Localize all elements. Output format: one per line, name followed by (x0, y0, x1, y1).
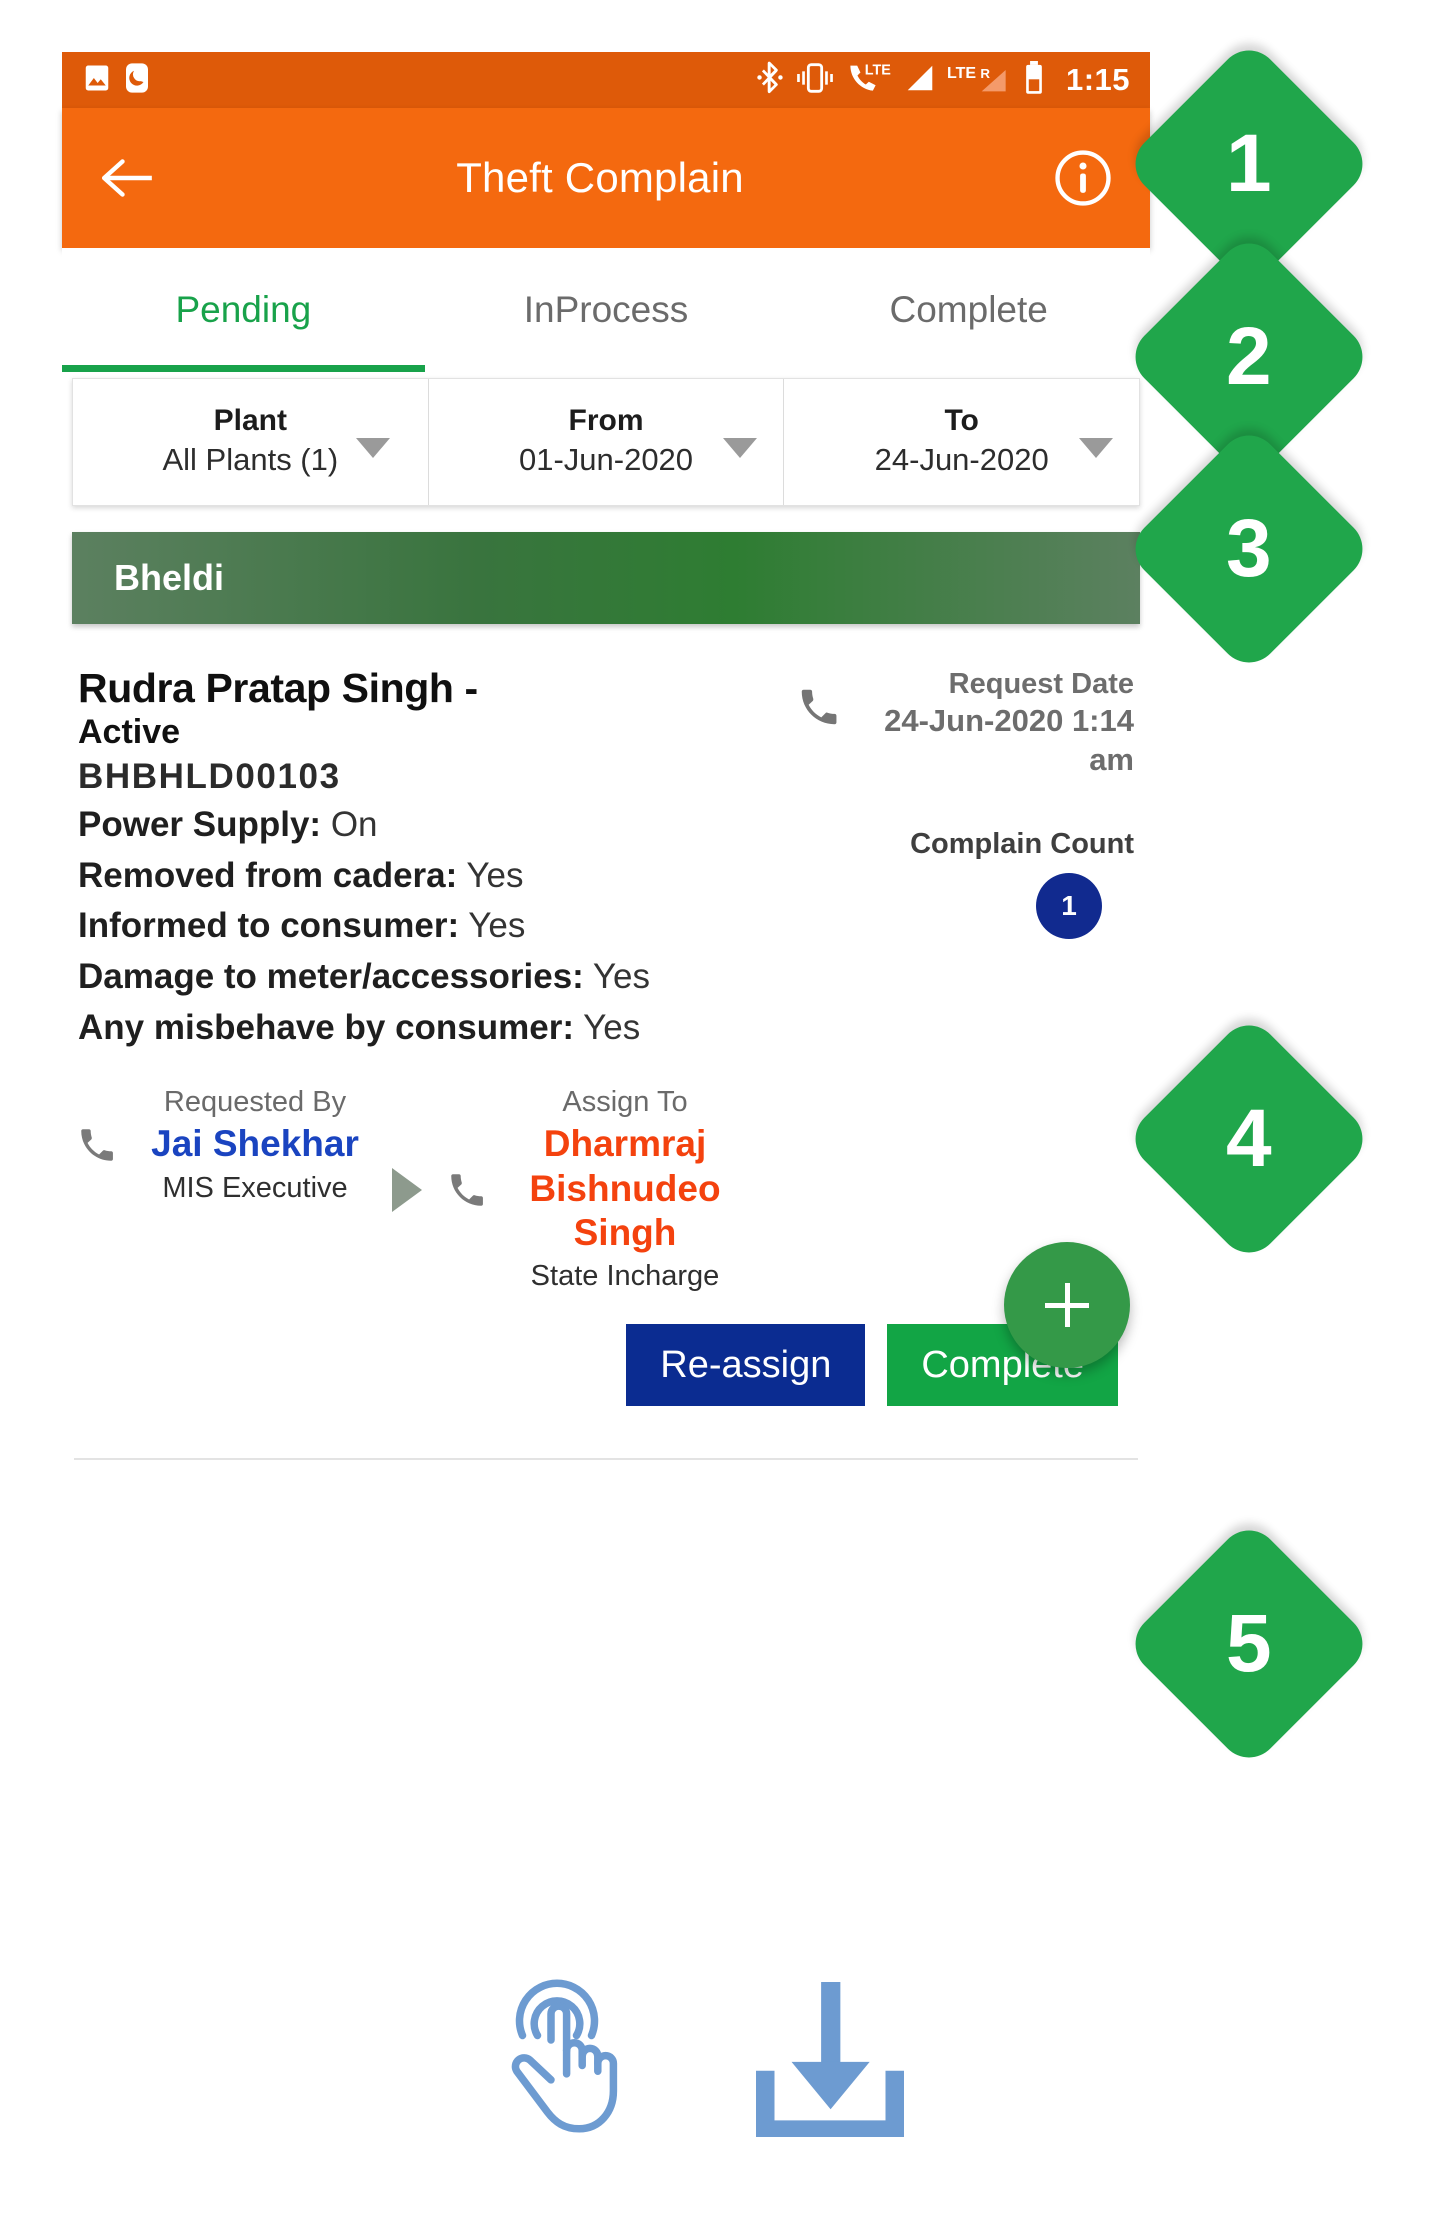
vibrate-icon (795, 62, 835, 99)
consumer-code: BHBHLD00103 (78, 756, 341, 796)
svg-text:LTE: LTE (865, 62, 891, 78)
svg-text:LTE: LTE (947, 65, 976, 82)
step-badge-5: 5 (1123, 1518, 1375, 1770)
tab-complete[interactable]: Complete (787, 248, 1150, 372)
detail-value: Yes (583, 1007, 641, 1047)
detail-row: Damage to meter/accessories: Yes (78, 952, 774, 1003)
complaint-card: Rudra Pratap Singh - Active BHBHLD00103 … (62, 624, 1150, 1460)
add-complaint-fab[interactable] (1004, 1242, 1130, 1368)
step-badge-3: 3 (1123, 423, 1375, 675)
filter-to-value: 24-Jun-2020 (874, 442, 1049, 478)
info-icon[interactable] (1054, 149, 1112, 207)
detail-row: Removed from cadera: Yes (78, 851, 774, 902)
assign-to-call-button[interactable] (434, 1169, 500, 1211)
requested-by-call-button[interactable] (64, 1124, 130, 1166)
consumer-call-button[interactable] (774, 666, 864, 1054)
tab-inprocess[interactable]: InProcess (425, 248, 788, 372)
bluetooth-icon (757, 61, 784, 100)
step-badge-4: 4 (1123, 1013, 1375, 1265)
detail-label: Any misbehave by consumer: (78, 1007, 574, 1047)
group-header-bheldi[interactable]: Bheldi (72, 532, 1140, 624)
requested-by-name[interactable]: Jai Shekhar (130, 1122, 380, 1166)
filter-plant-value: All Plants (1) (162, 442, 339, 478)
tap-gesture-icon (500, 1955, 656, 2142)
group-header-label: Bheldi (114, 557, 225, 598)
detail-value: Yes (592, 957, 651, 997)
assign-to-block: Assign To Dharmraj Bishnudeo Singh State… (434, 1082, 750, 1298)
complain-count-badge: 1 (1036, 872, 1102, 939)
card-actions: Re-assign Complete (64, 1298, 1148, 1406)
step-badge-3-number: 3 (1226, 502, 1272, 594)
status-bar-left-icons (82, 62, 148, 98)
request-info-block: Request Date 24-Jun-2020 1:14 am Complai… (864, 666, 1134, 1054)
filter-plant[interactable]: Plant All Plants (1) (73, 379, 428, 505)
signal-bars-icon (905, 63, 935, 98)
chevron-down-icon (723, 438, 758, 458)
assign-to-caption: Assign To (562, 1085, 688, 1118)
detail-row: Power Supply: On (78, 800, 774, 851)
chevron-down-icon (355, 438, 390, 458)
complaint-card-top: Rudra Pratap Singh - Active BHBHLD00103 … (64, 624, 1148, 1054)
detail-row: Any misbehave by consumer: Yes (78, 1003, 774, 1054)
step-badge-4-number: 4 (1226, 1092, 1272, 1184)
play-arrow-icon (392, 1167, 422, 1212)
filter-from-value: 01-Jun-2020 (518, 442, 694, 478)
status-bar-right-icons: LTE LTE R 1:15 (757, 60, 1130, 100)
complain-count-label: Complain Count (910, 827, 1134, 860)
requested-by-caption: Requested By (163, 1085, 347, 1118)
requested-by-role: MIS Executive (162, 1171, 348, 1204)
step-badge-5-number: 5 (1226, 1597, 1272, 1689)
detail-value: Yes (468, 906, 526, 946)
tab-bar: Pending InProcess Complete (62, 248, 1150, 372)
filter-to-label: To (944, 403, 979, 437)
filter-plant-label: Plant (213, 403, 288, 437)
filter-bar-wrapper: Plant All Plants (1) From 01-Jun-2020 To… (62, 372, 1150, 506)
complaint-card-left: Rudra Pratap Singh - Active BHBHLD00103 … (78, 665, 774, 1054)
detail-label: Informed to consumer: (78, 906, 460, 946)
tab-pending[interactable]: Pending (62, 248, 425, 372)
filter-bar: Plant All Plants (1) From 01-Jun-2020 To… (72, 378, 1140, 506)
chevron-down-icon (1079, 438, 1114, 458)
assign-to-name[interactable]: Dharmraj Bishnudeo Singh (500, 1122, 750, 1255)
phone-screen: LTE LTE R 1:15 Theft Complain Pending In… (62, 52, 1150, 1770)
filter-to-date[interactable]: To 24-Jun-2020 (783, 379, 1139, 505)
app-toolbar: Theft Complain (62, 108, 1150, 248)
request-date-value: 24-Jun-2020 1:14 am (884, 703, 1134, 777)
requested-by-text: Requested By Jai Shekhar MIS Executive (130, 1082, 380, 1209)
annotation-icons (500, 1955, 905, 2142)
detail-label: Removed from cadera: (78, 855, 458, 895)
detail-value: Yes (466, 855, 524, 895)
lte-call-icon: LTE (846, 61, 894, 100)
moon-icon (126, 62, 148, 98)
detail-row: Informed to consumer: Yes (78, 901, 774, 952)
card-divider (74, 1457, 1138, 1460)
filter-from-label: From (568, 403, 644, 437)
image-icon (82, 63, 112, 98)
download-icon (755, 1975, 905, 2142)
detail-label: Damage to meter/accessories: (78, 957, 584, 997)
request-date-label: Request Date (948, 668, 1134, 700)
status-bar-clock: 1:15 (1065, 62, 1130, 97)
svg-text:R: R (980, 66, 990, 81)
consumer-status: Active (78, 712, 181, 751)
assign-to-text: Assign To Dharmraj Bishnudeo Singh State… (500, 1082, 750, 1298)
battery-icon (1023, 60, 1045, 100)
requested-by-block: Requested By Jai Shekhar MIS Executive (64, 1082, 380, 1209)
screenshot-root: LTE LTE R 1:15 Theft Complain Pending In… (0, 0, 1430, 2234)
filter-from-date[interactable]: From 01-Jun-2020 (427, 379, 784, 505)
status-bar: LTE LTE R 1:15 (62, 52, 1150, 108)
page-title: Theft Complain (456, 154, 744, 201)
assignment-row: Requested By Jai Shekhar MIS Executive A… (64, 1054, 1148, 1298)
re-assign-button[interactable]: Re-assign (626, 1323, 866, 1406)
consumer-name: Rudra Pratap Singh - (78, 665, 478, 711)
step-badge-2-number: 2 (1226, 310, 1272, 402)
step-badge-1-number: 1 (1226, 117, 1272, 209)
complaint-card-right: Request Date 24-Jun-2020 1:14 am Complai… (774, 666, 1134, 1054)
detail-value: On (330, 804, 378, 844)
lte-roaming-icon: LTE R (946, 62, 1012, 99)
detail-label: Power Supply: (78, 804, 322, 844)
assign-to-role: State Incharge (530, 1260, 720, 1293)
